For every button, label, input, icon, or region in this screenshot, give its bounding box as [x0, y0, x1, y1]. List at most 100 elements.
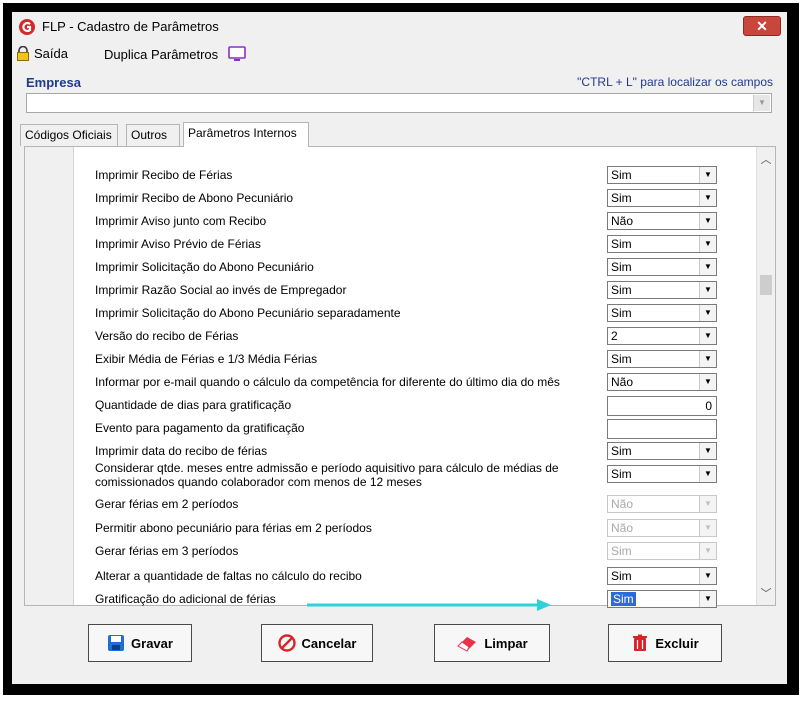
select-value: Não: [611, 214, 634, 228]
param-label: Gerar férias em 2 períodos: [95, 497, 239, 511]
monitor-icon: [228, 46, 246, 61]
param-label: Considerar qtde. meses entre admissão e …: [95, 461, 559, 489]
gravar-label: Gravar: [131, 635, 173, 651]
scrollbar-thumb[interactable]: [760, 275, 772, 295]
tab-codigos-oficiais[interactable]: Códigos Oficiais: [20, 124, 118, 146]
chevron-down-icon[interactable]: ▼: [699, 466, 716, 482]
chevron-down-icon[interactable]: ▼: [699, 305, 716, 321]
param-label: Imprimir Recibo de Abono Pecuniário: [95, 191, 294, 205]
chevron-up-icon[interactable]: ︿: [757, 151, 775, 169]
param-label: Imprimir data do recibo de férias: [95, 444, 268, 458]
chevron-down-icon[interactable]: ▼: [699, 443, 716, 459]
chevron-down-icon[interactable]: ▼: [699, 213, 716, 229]
chevron-down-icon[interactable]: ▼: [699, 374, 716, 390]
action-buttons: Gravar Cancelar Limpar Excluir: [12, 612, 787, 672]
param-select[interactable]: 2 ▼: [607, 327, 717, 345]
saida-label: Saída: [34, 46, 68, 61]
param-label: Evento para pagamento da gratificação: [95, 421, 305, 435]
tab-label: Códigos Oficiais: [25, 128, 112, 142]
chevron-down-icon: ▼: [699, 520, 716, 536]
select-value: Sim: [611, 444, 632, 458]
param-select[interactable]: Sim ▼: [607, 235, 717, 253]
chevron-down-icon[interactable]: ▼: [699, 236, 716, 252]
param-label: Gerar férias em 3 períodos: [95, 544, 239, 558]
param-select[interactable]: Não ▼: [607, 373, 717, 391]
param-label: Quantidade de dias para gratificação: [95, 398, 292, 412]
empresa-combobox[interactable]: ▼: [26, 93, 772, 113]
chevron-down-icon[interactable]: ▼: [699, 591, 716, 607]
tab-outros[interactable]: Outros: [126, 124, 180, 146]
param-label: Imprimir Aviso Prévio de Férias: [95, 237, 261, 251]
select-value: Sim: [611, 191, 632, 205]
chevron-down-icon[interactable]: ▼: [699, 167, 716, 183]
gravar-button[interactable]: Gravar: [88, 624, 192, 662]
chevron-down-icon: ▼: [699, 496, 716, 512]
left-gutter: [25, 147, 74, 605]
cancelar-button[interactable]: Cancelar: [261, 624, 373, 662]
toolbar: Saída Duplica Parâmetros: [12, 44, 787, 66]
chevron-down-icon[interactable]: ▼: [699, 282, 716, 298]
tab-label: Parâmetros Internos: [188, 126, 297, 140]
excluir-button[interactable]: Excluir: [608, 624, 722, 662]
select-value: Sim: [611, 306, 632, 320]
save-icon: [108, 635, 125, 651]
param-select[interactable]: Sim ▼: [607, 567, 717, 585]
select-value: Sim: [611, 569, 632, 583]
param-select[interactable]: Sim ▼: [607, 281, 717, 299]
app-logo-icon: [19, 19, 35, 35]
chevron-down-icon[interactable]: ▼: [699, 351, 716, 367]
title-bar: FLP - Cadastro de Parâmetros ✕: [12, 12, 787, 42]
number-input[interactable]: [607, 419, 717, 439]
excluir-label: Excluir: [655, 635, 699, 651]
select-value: Sim: [611, 260, 632, 274]
chevron-down-icon[interactable]: ▼: [699, 259, 716, 275]
param-label-line1: Considerar qtde. meses entre admissão e …: [95, 461, 559, 475]
select-value: Sim: [611, 168, 632, 182]
search-hint: "CTRL + L" para localizar os campos: [577, 75, 773, 89]
chevron-down-icon[interactable]: ▼: [699, 568, 716, 584]
param-select: Sim ▼: [607, 542, 717, 560]
trash-icon: [633, 634, 648, 651]
close-button[interactable]: ✕: [743, 16, 781, 36]
param-label: Exibir Média de Férias e 1/3 Média Féria…: [95, 352, 318, 366]
tab-parametros-internos[interactable]: Parâmetros Internos: [183, 122, 309, 147]
select-value: Sim: [611, 592, 636, 606]
param-select[interactable]: Sim ▼: [607, 465, 717, 483]
vertical-scrollbar[interactable]: ︿ ﹀: [756, 147, 775, 605]
param-label: Permitir abono pecuniário para férias em…: [95, 521, 372, 535]
annotation-arrow: [307, 599, 551, 611]
select-value: 2: [611, 329, 618, 343]
select-value: Não: [611, 497, 634, 511]
main-window: FLP - Cadastro de Parâmetros ✕ Saída Dup…: [12, 12, 787, 684]
eraser-icon: [457, 637, 477, 652]
lock-icon: [17, 46, 29, 61]
duplica-label: Duplica Parâmetros: [104, 46, 219, 62]
chevron-down-icon[interactable]: ▼: [753, 95, 770, 111]
saida-button[interactable]: Saída: [16, 46, 68, 61]
select-value: Sim: [611, 352, 632, 366]
select-value: Não: [611, 375, 634, 389]
param-select[interactable]: Sim ▼: [607, 442, 717, 460]
number-input[interactable]: 0: [607, 396, 717, 416]
param-label: Imprimir Solicitação do Abono Pecuniário…: [95, 306, 401, 320]
param-select[interactable]: Sim ▼: [607, 189, 717, 207]
chevron-down-icon[interactable]: ﹀: [757, 585, 775, 603]
param-select[interactable]: Sim ▼: [607, 304, 717, 322]
chevron-down-icon[interactable]: ▼: [699, 190, 716, 206]
param-label: Informar por e-mail quando o cálculo da …: [95, 375, 560, 389]
param-select: Não ▼: [607, 495, 717, 513]
chevron-down-icon[interactable]: ▼: [699, 328, 716, 344]
limpar-button[interactable]: Limpar: [434, 624, 550, 662]
param-select: Não ▼: [607, 519, 717, 537]
close-icon: ✕: [756, 18, 768, 34]
chevron-down-icon: ▼: [699, 543, 716, 559]
param-select[interactable]: Sim ▼: [607, 350, 717, 368]
param-label: Alterar a quantidade de faltas no cálcul…: [95, 569, 362, 583]
select-value: Sim: [611, 237, 632, 251]
param-select[interactable]: Sim ▼: [607, 590, 717, 608]
duplica-parametros-button[interactable]: Duplica Parâmetros: [104, 46, 246, 62]
param-select[interactable]: Sim ▼: [607, 166, 717, 184]
param-select[interactable]: Não ▼: [607, 212, 717, 230]
param-select[interactable]: Sim ▼: [607, 258, 717, 276]
param-label: Versão do recibo de Férias: [95, 329, 239, 343]
